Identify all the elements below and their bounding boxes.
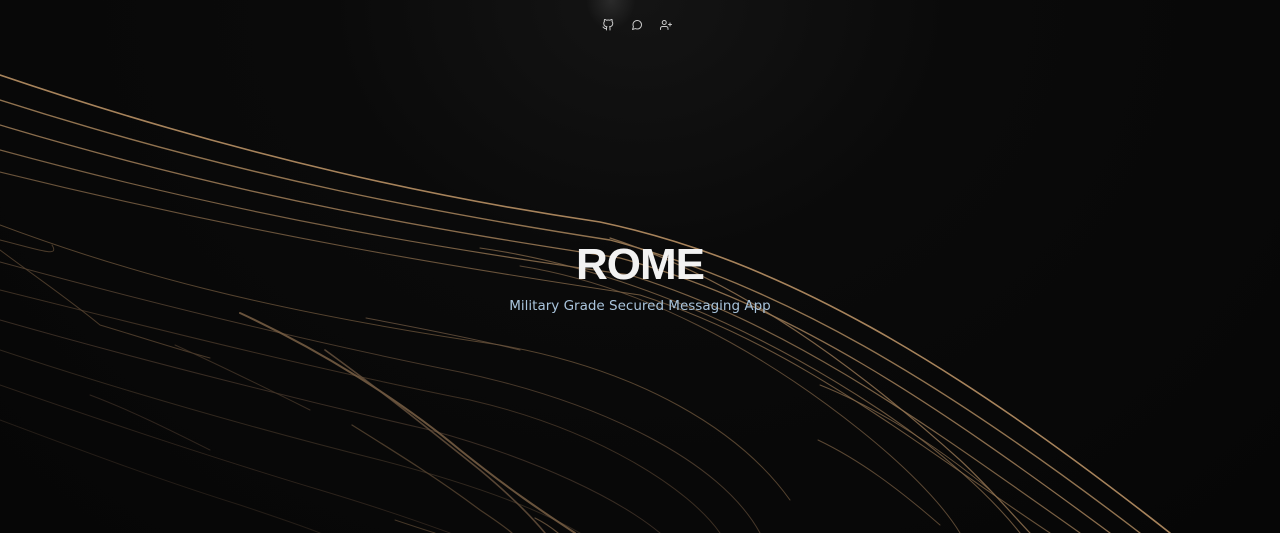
app-title: ROME — [576, 240, 705, 289]
landing-page: ROME Military Grade Secured Messaging Ap… — [0, 0, 1280, 533]
app-tagline: Military Grade Secured Messaging App — [509, 298, 771, 314]
github-button[interactable] — [598, 17, 618, 37]
chat-button[interactable] — [627, 17, 647, 37]
github-icon — [602, 18, 614, 36]
top-nav — [598, 17, 676, 37]
user-plus-icon — [660, 18, 672, 36]
hero-section: ROME Military Grade Secured Messaging Ap… — [0, 238, 1280, 315]
add-user-button[interactable] — [656, 17, 676, 37]
chat-bubble-icon — [631, 18, 643, 36]
